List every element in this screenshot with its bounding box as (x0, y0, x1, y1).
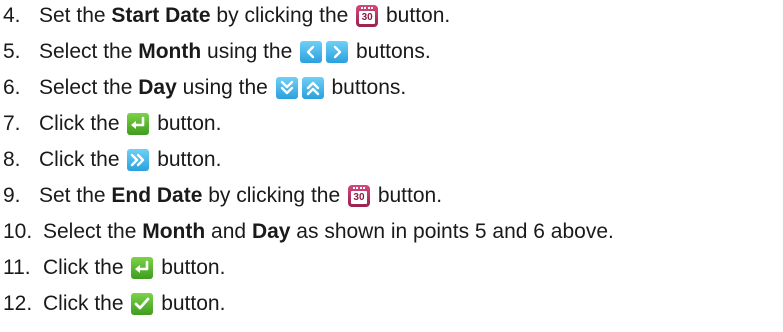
step-number: 4. (3, 4, 21, 27)
step-text: Click the (43, 256, 130, 279)
step-text: button. (151, 112, 222, 135)
step-8: 8. Click the button. (3, 145, 221, 175)
step-text: Set the (39, 184, 112, 207)
step-text: button. (371, 184, 443, 207)
enter-icon (131, 257, 154, 279)
step-text: using the (201, 40, 299, 63)
calendar-icon: 30 (347, 185, 370, 207)
instruction-steps: 4. Set the Start Date by clicking the 30… (0, 0, 783, 332)
step-10: 10. Select the Month and Day as shown in… (3, 217, 614, 247)
step-number: 11. (3, 256, 31, 279)
step-number: 7. (3, 112, 21, 135)
double-chevron-right-icon (127, 149, 150, 171)
step-number: 10. (3, 220, 33, 243)
step-9: 9. Set the End Date by clicking the 30 b… (3, 181, 442, 211)
calendar-day-number: 30 (359, 11, 376, 24)
double-chevron-up-icon (301, 77, 324, 99)
checkmark-icon (131, 293, 154, 315)
step-6: 6. Select the Day using the buttons. (3, 73, 406, 103)
step-text: Select the (39, 40, 139, 63)
step-text: button. (380, 4, 451, 27)
step-4: 4. Set the Start Date by clicking the 30… (3, 1, 450, 31)
step-bold-text: Day (138, 76, 177, 99)
step-text: buttons. (325, 76, 407, 99)
step-number: 5. (3, 40, 21, 63)
step-text: by clicking the (202, 184, 346, 207)
step-number: 6. (3, 76, 21, 99)
arrow-right-icon (326, 41, 349, 63)
step-text: Select the (43, 220, 143, 243)
enter-icon (127, 113, 150, 135)
step-text: buttons. (350, 40, 431, 63)
step-number: 9. (3, 184, 21, 207)
step-number: 12. (3, 292, 33, 315)
step-number: 8. (3, 148, 21, 171)
step-text: Set the (39, 4, 112, 27)
step-bold-text: Month (142, 220, 206, 243)
step-text: Click the (39, 112, 126, 135)
step-7: 7. Click the button. (3, 109, 221, 139)
step-text: by clicking the (210, 4, 355, 27)
step-bold-text: Month (138, 40, 202, 63)
calendar-day-number: 30 (350, 191, 367, 204)
step-text: as shown in points 5 and 6 above. (290, 220, 614, 243)
calendar-icon: 30 (356, 5, 379, 27)
step-text: using the (176, 76, 274, 99)
step-5: 5. Select the Month using the buttons. (3, 37, 431, 67)
step-bold-text: Start Date (111, 4, 211, 27)
step-12: 12. Click the button. (3, 289, 225, 319)
step-text: button. (155, 292, 226, 315)
step-text: Click the (43, 292, 130, 315)
step-text: Click the (39, 148, 126, 171)
step-bold-text: End Date (111, 184, 203, 207)
step-text: button. (151, 148, 222, 171)
step-text: Select the (39, 76, 139, 99)
step-11: 11. Click the button. (3, 253, 225, 283)
arrow-left-icon (300, 41, 323, 63)
step-text: and (205, 220, 252, 243)
step-text: button. (155, 256, 226, 279)
step-bold-text: Day (251, 220, 291, 243)
double-chevron-down-icon (275, 77, 298, 99)
